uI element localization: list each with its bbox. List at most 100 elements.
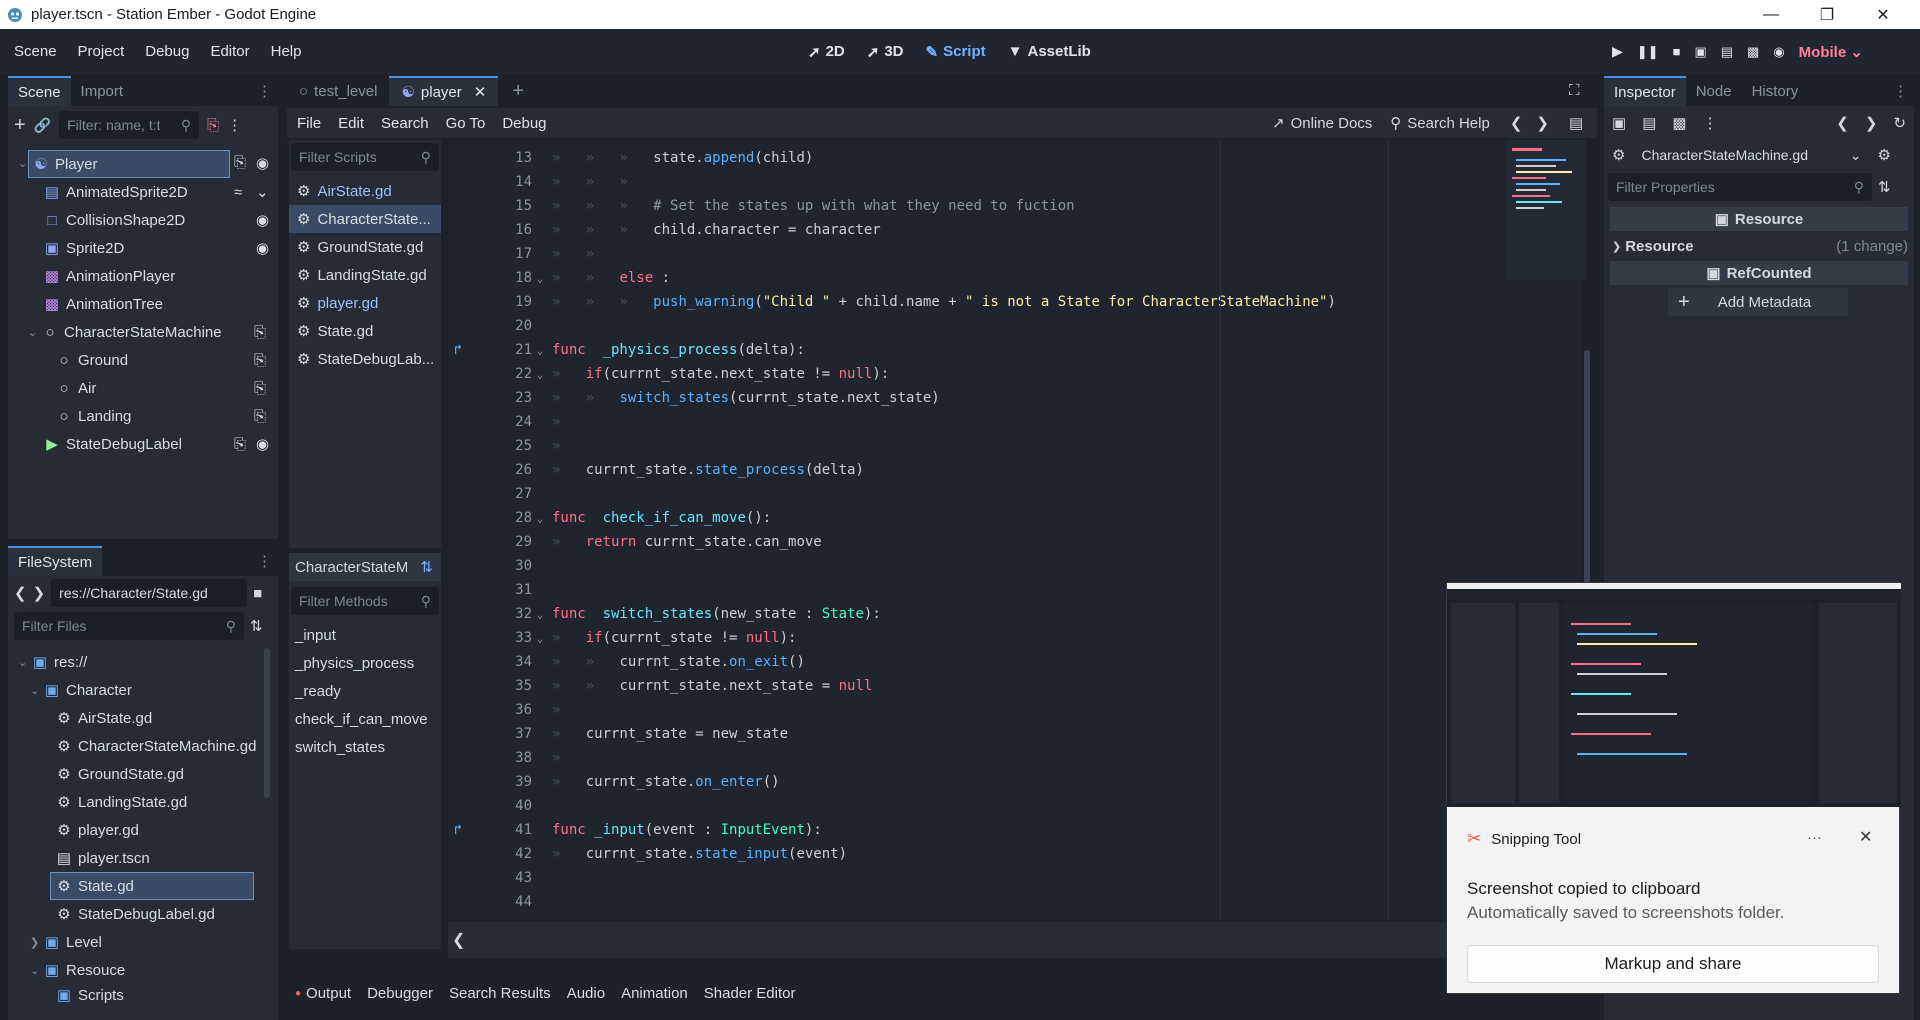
script-item-state[interactable]: ⚙ State.gd bbox=[289, 317, 441, 345]
file-item-scripts[interactable]: ▣ Scripts bbox=[8, 984, 278, 1006]
search-help-button[interactable]: Search Help bbox=[1407, 115, 1490, 132]
menu-debug[interactable]: Debug bbox=[145, 43, 189, 60]
script-item-airstate[interactable]: ⚙ AirState.gd bbox=[289, 177, 441, 205]
play-scene-icon[interactable]: ▤ bbox=[1721, 44, 1733, 60]
script-badge-icon[interactable]: ⎘ bbox=[254, 352, 266, 369]
menu-project[interactable]: Project bbox=[78, 43, 125, 60]
fold-arrow-icon[interactable]: ⌄ bbox=[532, 368, 548, 381]
add-metadata-button[interactable]: + Add Metadata bbox=[1668, 288, 1848, 316]
sort-icon[interactable]: ⇅ bbox=[250, 617, 263, 635]
workspace-3d[interactable]: ➚ 3D bbox=[867, 43, 904, 61]
method-item-ready[interactable]: _ready bbox=[289, 677, 441, 705]
script-item-landingstate[interactable]: ⚙ LandingState.gd bbox=[289, 261, 441, 289]
fold-arrow-icon[interactable]: ⌄ bbox=[532, 512, 548, 525]
script-menu-goto[interactable]: Go To bbox=[446, 115, 486, 132]
dock-menu-icon[interactable]: ⋮ bbox=[257, 552, 272, 570]
file-item-resouce[interactable]: ⌄ ▣ Resouce bbox=[8, 956, 278, 984]
code-editor[interactable]: 13» » » state.append(child) 14» » » 15» »… bbox=[448, 140, 1590, 920]
bottom-tab-audio[interactable]: Audio bbox=[567, 985, 605, 1002]
code-line[interactable]: 15» » » # Set the states up with what th… bbox=[448, 194, 1582, 218]
toggle-panel-icon[interactable]: ▤ bbox=[1569, 114, 1583, 132]
toggle-scripts-panel-icon[interactable]: ❮ bbox=[452, 930, 465, 950]
visibility-hidden-icon[interactable]: ⌄ bbox=[256, 183, 269, 201]
history-forward-icon[interactable]: ❯ bbox=[1536, 114, 1549, 132]
movie-icon[interactable]: ◉ bbox=[1773, 44, 1784, 60]
code-line[interactable]: 38» bbox=[448, 746, 1582, 770]
play-custom-icon[interactable]: ▩ bbox=[1747, 44, 1759, 60]
tab-inspector[interactable]: Inspector bbox=[1604, 76, 1686, 106]
code-minimap[interactable] bbox=[1506, 140, 1586, 280]
menu-help[interactable]: Help bbox=[271, 43, 302, 60]
code-line[interactable]: 13» » » state.append(child) bbox=[448, 146, 1582, 170]
bottom-tab-search-results[interactable]: Search Results bbox=[449, 985, 551, 1002]
collapse-arrow-icon[interactable]: ⌄ bbox=[28, 326, 42, 339]
code-line[interactable]: 14» » » bbox=[448, 170, 1582, 194]
file-item-landingstate[interactable]: ⚙ LandingState.gd bbox=[8, 788, 278, 816]
script-badge-icon[interactable]: ⎘ bbox=[234, 154, 246, 171]
bottom-tab-output[interactable]: Output bbox=[306, 985, 351, 1002]
prev-object-icon[interactable]: ❮ bbox=[1836, 114, 1849, 132]
property-sort-icon[interactable]: ⇅ bbox=[1878, 178, 1891, 196]
signal-icon[interactable]: ≈ bbox=[234, 184, 242, 201]
code-line[interactable]: ↱ 21 ⌄ func _physics_process(delta): bbox=[448, 338, 1582, 362]
code-line[interactable]: 25» bbox=[448, 434, 1582, 458]
code-line[interactable]: 29» return currnt_state.can_move bbox=[448, 530, 1582, 554]
code-line[interactable]: 27 bbox=[448, 482, 1582, 506]
script-menu-search[interactable]: Search bbox=[381, 115, 429, 132]
forward-arrow-icon[interactable]: ❯ bbox=[33, 584, 46, 602]
tree-node-animationtree[interactable]: ▩ AnimationTree bbox=[8, 290, 278, 318]
section-resource[interactable]: ▣ Resource bbox=[1610, 207, 1908, 231]
fold-arrow-icon[interactable]: ⌄ bbox=[532, 272, 548, 285]
filter-properties-input[interactable]: Filter Properties ⚲ bbox=[1608, 173, 1872, 201]
scene-tab-test-level[interactable]: ○ test_level bbox=[287, 76, 389, 106]
edit-object-icon[interactable]: ⚙ bbox=[1877, 146, 1890, 164]
code-line[interactable]: 40 bbox=[448, 794, 1582, 818]
new-resource-icon[interactable]: ▣ bbox=[1612, 114, 1626, 132]
section-refcounted[interactable]: ▣ RefCounted bbox=[1610, 261, 1908, 285]
distraction-free-icon[interactable]: ⛶ bbox=[1569, 82, 1580, 99]
dock-menu-icon[interactable]: ⋮ bbox=[257, 82, 272, 100]
visibility-eye-icon[interactable]: ◉ bbox=[256, 435, 269, 453]
code-line[interactable]: 20 bbox=[448, 314, 1582, 338]
code-line[interactable]: 23» » switch_states(currnt_state.next_st… bbox=[448, 386, 1582, 410]
tab-scene[interactable]: Scene bbox=[8, 76, 71, 106]
script-badge-icon[interactable]: ⎘ bbox=[254, 324, 266, 341]
scene-menu-icon[interactable]: ⋮ bbox=[227, 116, 242, 134]
method-item-input[interactable]: _input bbox=[289, 621, 441, 649]
tree-node-sprite2d[interactable]: ▣ Sprite2D ◉ bbox=[8, 234, 278, 262]
sort-methods-icon[interactable]: ⇅ bbox=[420, 558, 433, 576]
restore-button[interactable]: ❐ bbox=[1800, 0, 1854, 29]
scene-tab-player[interactable]: ☯ player ✕ bbox=[389, 76, 499, 106]
code-line[interactable]: 32 ⌄ func switch_states(new_state : State)… bbox=[448, 602, 1582, 626]
script-badge-icon[interactable]: ⎘ bbox=[254, 408, 266, 425]
workspace-2d[interactable]: ➚ 2D bbox=[808, 43, 845, 61]
object-selector[interactable]: CharacterStateMachine.gd ⌄ bbox=[1633, 141, 1870, 169]
bottom-tab-animation[interactable]: Animation bbox=[621, 985, 688, 1002]
tree-node-animatedsprite2d[interactable]: ▤ AnimatedSprite2D ≈ ⌄ bbox=[8, 178, 278, 206]
method-item-check-if-can-move[interactable]: check_if_can_move bbox=[289, 705, 441, 733]
toast-more-icon[interactable]: ··· bbox=[1807, 829, 1822, 846]
add-node-icon[interactable]: + bbox=[14, 114, 26, 137]
script-item-characterstate[interactable]: ⚙ CharacterState... bbox=[289, 205, 441, 233]
code-line[interactable]: 24» bbox=[448, 410, 1582, 434]
minimize-button[interactable]: — bbox=[1744, 0, 1798, 29]
link-icon[interactable]: 🔗 bbox=[34, 117, 51, 134]
code-line[interactable]: 43 bbox=[448, 866, 1582, 890]
tab-import[interactable]: Import bbox=[71, 76, 134, 106]
workspace-assetlib[interactable]: ▼ AssetLib bbox=[1008, 43, 1091, 60]
file-item-airstate[interactable]: ⚙ AirState.gd bbox=[8, 704, 278, 732]
path-field[interactable]: res://Character/State.gd bbox=[51, 579, 248, 607]
tree-node-statedebuglabel[interactable]: ▶ StateDebugLabel ⎘ ◉ bbox=[8, 430, 278, 458]
filter-scripts-input[interactable]: Filter Scripts ⚲ bbox=[291, 143, 439, 171]
code-line[interactable]: 28 ⌄ func check_if_can_move(): bbox=[448, 506, 1582, 530]
code-line[interactable]: 37» currnt_state = new_state bbox=[448, 722, 1582, 746]
script-menu-file[interactable]: File bbox=[297, 115, 321, 132]
filter-files-input[interactable]: Filter Files ⚲ bbox=[14, 612, 244, 640]
save-icon[interactable]: ▩ bbox=[1672, 114, 1686, 132]
code-line[interactable]: 17» » bbox=[448, 242, 1582, 266]
stop-icon[interactable]: ■ bbox=[1673, 44, 1681, 59]
code-line[interactable]: 44 bbox=[448, 890, 1582, 914]
markup-and-share-button[interactable]: Markup and share bbox=[1467, 945, 1879, 983]
file-item-player-tscn[interactable]: ▤ player.tscn bbox=[8, 844, 278, 872]
file-tree-scrollbar[interactable] bbox=[264, 648, 270, 798]
